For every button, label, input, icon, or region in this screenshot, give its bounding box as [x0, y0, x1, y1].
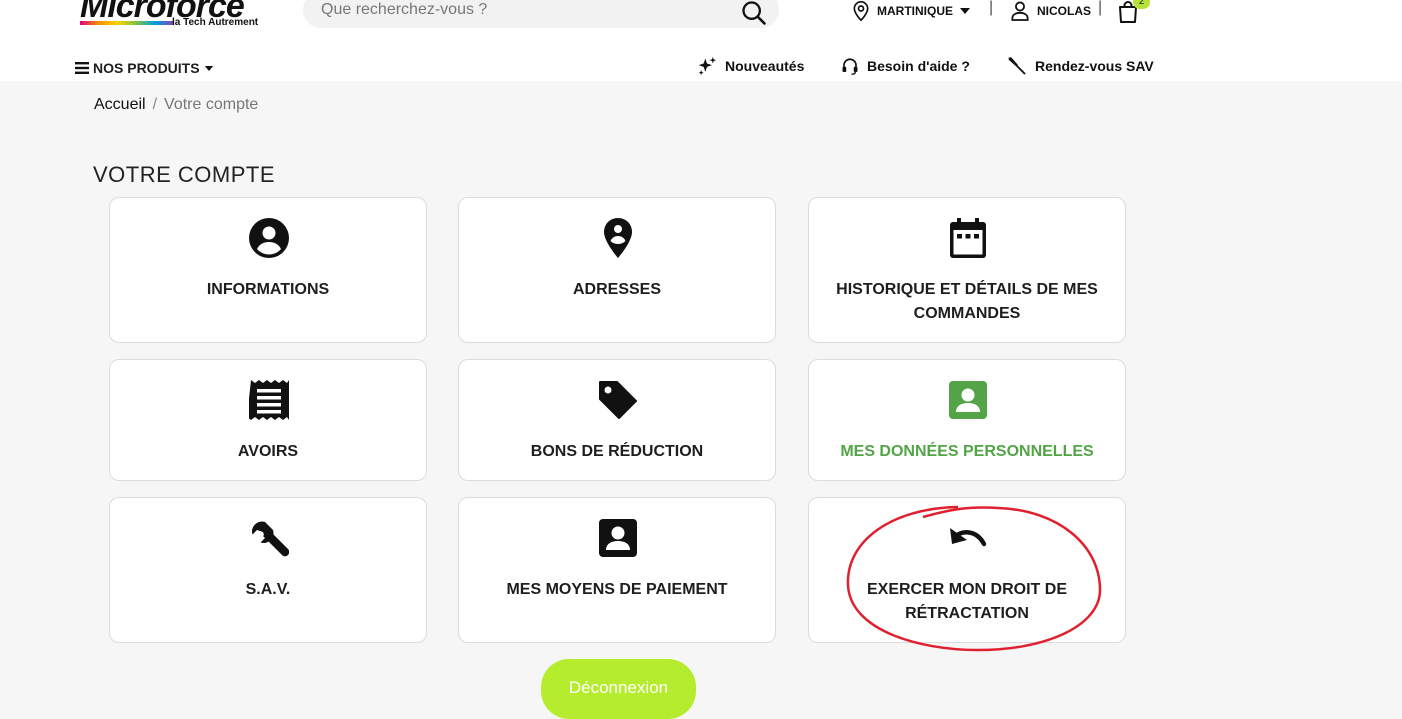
menu-icon: [75, 62, 89, 74]
calendar-icon: [950, 218, 986, 258]
card-label: ADRESSES: [572, 281, 662, 298]
nav-link-label: Besoin d'aide ?: [867, 58, 970, 74]
header-separator: |: [989, 0, 994, 16]
nav-link-label: Nouveautés: [725, 58, 805, 74]
card-sav[interactable]: S.A.V.: [109, 497, 427, 643]
contact-card-icon: [949, 381, 987, 419]
search-icon[interactable]: [740, 0, 768, 27]
card-label: INFORMATIONS: [206, 281, 330, 298]
nav-link-rendez-vous-sav[interactable]: Rendez-vous SAV: [1007, 56, 1154, 76]
products-menu-label: NOS PRODUITS: [93, 60, 200, 76]
card-historique-commandes[interactable]: HISTORIQUE ET DÉTAILS DE MES COMMANDES: [808, 197, 1126, 343]
breadcrumb-separator: /: [152, 96, 158, 113]
logo-tagline: la Tech Autrement: [172, 17, 259, 28]
card-label: HISTORIQUE ET DÉTAILS DE MES COMMANDES: [836, 281, 1098, 322]
nav-link-label: Rendez-vous SAV: [1035, 58, 1154, 74]
card-moyens-paiement[interactable]: MES MOYENS DE PAIEMENT: [458, 497, 776, 643]
card-adresses[interactable]: ADRESSES: [458, 197, 776, 343]
map-pin-icon: [604, 218, 632, 258]
site-header: Microforce la Tech Autrement MARTINIQUE …: [0, 0, 1402, 81]
card-bons-reduction[interactable]: BONS DE RÉDUCTION: [458, 359, 776, 481]
user-account-link[interactable]: NICOLAS: [1011, 0, 1091, 22]
user-name: NICOLAS: [1037, 4, 1091, 18]
card-label: MES DONNÉES PERSONNELLES: [840, 443, 1094, 460]
wrench-icon: [252, 521, 289, 557]
sparkles-icon: [698, 56, 717, 76]
tag-icon: [599, 381, 637, 419]
card-informations[interactable]: INFORMATIONS: [109, 197, 427, 343]
card-label: S.A.V.: [245, 581, 291, 598]
breadcrumb-home[interactable]: Accueil: [94, 96, 146, 113]
card-donnees-personnelles[interactable]: MES DONNÉES PERSONNELLES: [808, 359, 1126, 481]
breadcrumb-current: Votre compte: [164, 96, 259, 113]
nav-link-aide[interactable]: Besoin d'aide ?: [841, 56, 970, 76]
breadcrumb: Accueil / Votre compte: [94, 96, 258, 114]
location-selector[interactable]: MARTINIQUE: [851, 0, 971, 22]
location-pin-icon: [853, 0, 869, 22]
card-label: BONS DE RÉDUCTION: [530, 443, 704, 460]
search-bar: [303, 0, 779, 28]
caret-down-icon: [960, 8, 970, 14]
card-label: EXERCER MON DROIT DE RÉTRACTATION: [866, 581, 1067, 622]
page-title: VOTRE COMPTE: [93, 162, 276, 187]
user-icon: [1011, 1, 1029, 21]
logo-color-bar: [80, 21, 174, 25]
location-label: MARTINIQUE: [877, 4, 953, 18]
search-input[interactable]: [321, 0, 721, 24]
nav-link-nouveautes[interactable]: Nouveautés: [697, 56, 804, 76]
card-label: AVOIRS: [237, 443, 299, 460]
cart-count-badge: 2: [1133, 0, 1150, 9]
header-separator: |: [1098, 0, 1103, 16]
microforce-logo[interactable]: Microforce la Tech Autrement: [80, 0, 262, 30]
headset-icon: [842, 58, 858, 75]
card-droit-retractation[interactable]: EXERCER MON DROIT DE RÉTRACTATION: [808, 497, 1126, 643]
receipt-icon: [249, 380, 289, 420]
undo-icon: [950, 528, 987, 547]
logout-button[interactable]: Déconnexion: [541, 659, 696, 719]
card-label: MES MOYENS DE PAIEMENT: [506, 581, 728, 598]
contact-card-icon: [599, 519, 637, 557]
products-menu[interactable]: NOS PRODUITS: [75, 60, 214, 76]
caret-down-icon: [204, 65, 213, 71]
screwdriver-icon: [1008, 57, 1026, 75]
account-circle-icon: [249, 218, 289, 258]
card-avoirs[interactable]: AVOIRS: [109, 359, 427, 481]
